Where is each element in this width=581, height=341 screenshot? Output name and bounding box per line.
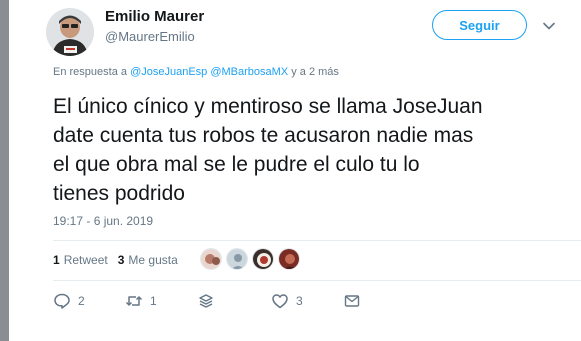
avatar-image (46, 8, 94, 56)
reply-context: En respuesta a @JoseJuanEsp @MBarbosaMX … (53, 66, 339, 78)
user-handle[interactable]: @MaurerEmilio (105, 29, 195, 44)
like-count[interactable]: 3 (118, 253, 125, 267)
reply-button[interactable]: 2 (53, 292, 85, 310)
reply-suffix: y a 2 más (291, 66, 339, 78)
retweet-count[interactable]: 1 (53, 253, 60, 267)
divider (53, 280, 581, 281)
likers-avatars (200, 248, 304, 270)
liker-avatar[interactable] (200, 248, 222, 270)
reply-icon (54, 293, 70, 309)
tweet-line: tienes podrido (53, 182, 185, 205)
tweet-text: El único cínico y mentiroso se llama Jos… (53, 92, 553, 208)
tweet-card: Emilio Maurer @MaurerEmilio Seguir En re… (9, 0, 581, 341)
liker-avatar[interactable] (226, 248, 248, 270)
direct-message-button[interactable] (343, 292, 361, 310)
tweet-line: el que obra mal se le pudre el culo tu l… (53, 153, 420, 176)
like-action-count: 3 (296, 294, 303, 308)
envelope-icon (344, 295, 360, 307)
liker-avatar[interactable] (278, 248, 300, 270)
retweet-label[interactable]: Retweet (64, 253, 108, 267)
retweet-button[interactable]: 1 (125, 292, 157, 310)
user-avatar[interactable] (46, 8, 94, 56)
mention-link-1[interactable]: @JoseJuanEsp (130, 66, 207, 78)
retweet-icon (125, 296, 143, 306)
reply-prefix: En respuesta a (53, 66, 127, 78)
tweet-stats: 1 Retweet 3 Me gusta (53, 253, 188, 267)
tweet-line: El único cínico y mentiroso se llama Jos… (53, 95, 483, 118)
mention-link-2[interactable]: @MBarbosaMX (210, 66, 288, 78)
like-button[interactable]: 3 (271, 292, 303, 310)
tweet-timestamp[interactable]: 19:17 - 6 jun. 2019 (53, 214, 153, 228)
liker-avatar[interactable] (252, 248, 274, 270)
side-strip (0, 0, 9, 341)
divider (53, 240, 581, 241)
heart-icon (272, 294, 288, 309)
stack-button[interactable] (197, 292, 215, 310)
follow-button[interactable]: Seguir (432, 10, 527, 40)
chevron-down-icon[interactable] (542, 19, 556, 33)
like-label[interactable]: Me gusta (128, 253, 177, 267)
tweet-line: date cuenta tus robos te acusaron nadie … (53, 124, 474, 147)
user-name[interactable]: Emilio Maurer (105, 8, 204, 25)
retweet-action-count: 1 (150, 294, 157, 308)
stack-icon (199, 294, 213, 308)
reply-count: 2 (78, 294, 85, 308)
